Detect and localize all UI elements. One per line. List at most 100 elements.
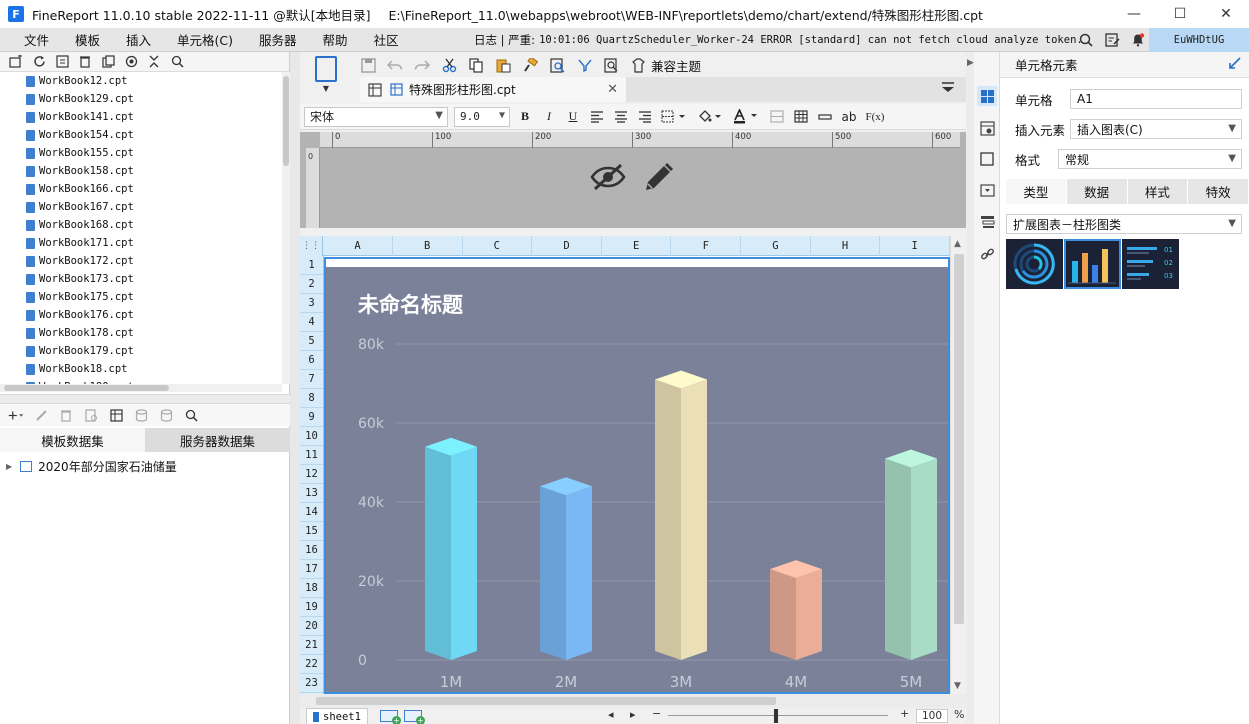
template-file-item[interactable]: WorkBook172.cpt — [0, 252, 282, 270]
row-header-cell[interactable]: 18 — [300, 579, 323, 598]
sheet-v-scrollbar[interactable]: ▲ ▼ — [950, 236, 966, 694]
row-header-cell[interactable]: 3 — [300, 294, 323, 313]
template-file-item[interactable]: WorkBook178.cpt — [0, 324, 282, 342]
row-header-cell[interactable]: 20 — [300, 617, 323, 636]
row-header-cell[interactable]: 21 — [300, 636, 323, 655]
panel-splitter[interactable] — [0, 394, 290, 404]
row-header-cell[interactable]: 7 — [300, 370, 323, 389]
row-header-cell[interactable]: 14 — [300, 503, 323, 522]
row-header-cell[interactable]: 22 — [300, 655, 323, 674]
column-header-cell[interactable]: H — [811, 236, 881, 256]
chart-thumb-ring[interactable] — [1006, 239, 1063, 289]
row-header-cell[interactable]: 16 — [300, 541, 323, 560]
data-filter-icon[interactable] — [574, 55, 594, 75]
chart-thumb-ranking[interactable]: 01 02 03 — [1122, 239, 1179, 289]
column-header-cell[interactable]: E — [602, 236, 672, 256]
select-all-corner-icon[interactable]: ⋮⋮ — [300, 236, 324, 256]
left-panel-collapse-handle[interactable] — [290, 52, 300, 724]
row-header-cell[interactable]: 6 — [300, 351, 323, 370]
formula-button[interactable]: F(x) — [864, 107, 886, 127]
server-database-icon[interactable] — [158, 407, 174, 423]
template-file-item[interactable]: WorkBook168.cpt — [0, 216, 282, 234]
collapse-right-arrow-icon[interactable]: ▶ — [967, 58, 974, 68]
row-header-cell[interactable]: 8 — [300, 389, 323, 408]
table-grid-icon[interactable] — [792, 107, 810, 127]
scroll-up-icon[interactable]: ▲ — [954, 239, 961, 249]
sheet-h-scrollbar[interactable] — [300, 694, 966, 708]
add-poly-sheet-icon[interactable] — [404, 710, 425, 724]
minimize-button[interactable]: — — [1111, 0, 1157, 28]
align-right-icon[interactable] — [636, 107, 654, 127]
row-header-cell[interactable]: 11 — [300, 446, 323, 465]
chart-category-select[interactable]: 扩展图表－柱形图类 ▼ — [1006, 214, 1242, 234]
copy-cell-icon[interactable] — [466, 55, 486, 75]
font-family-select[interactable]: 宋体 ▼ — [304, 106, 448, 127]
redo-icon[interactable] — [412, 55, 432, 75]
row-header-cell[interactable]: 15 — [300, 522, 323, 541]
column-header-cell[interactable]: C — [463, 236, 533, 256]
hyperlink-list-icon[interactable] — [977, 212, 997, 232]
chart-cell-a1[interactable]: 未命名标题 0 20k 40k 60k 80k 1M 2M 3M 4M 5M — [324, 257, 950, 694]
file-list-scroll-thumb[interactable] — [283, 76, 289, 166]
row-header-cell[interactable]: 23 — [300, 674, 323, 693]
row-header-cell[interactable]: 13 — [300, 484, 323, 503]
file-list-h-scrollbar[interactable] — [0, 384, 282, 392]
template-file-item[interactable]: WorkBook175.cpt — [0, 288, 282, 306]
template-file-item[interactable]: WorkBook176.cpt — [0, 306, 282, 324]
tab-type[interactable]: 类型 — [1006, 179, 1067, 204]
tab-effects[interactable]: 特效 — [1188, 179, 1249, 204]
copy-icon[interactable] — [100, 54, 116, 70]
format-painter-icon[interactable] — [520, 55, 540, 75]
scroll-right-icon[interactable]: ▸ — [630, 708, 636, 721]
column-header-cell[interactable]: G — [741, 236, 811, 256]
underline-button[interactable]: U — [564, 107, 582, 127]
close-button[interactable]: ✕ — [1203, 0, 1249, 28]
sheet-v-scroll-thumb[interactable] — [954, 254, 964, 624]
collapse-all-icon[interactable] — [146, 54, 162, 70]
hide-parameter-eye-icon[interactable] — [590, 162, 626, 192]
grid-view-icon[interactable] — [368, 82, 382, 97]
feedback-icon[interactable] — [1103, 31, 1121, 49]
insert-element-select[interactable]: 插入图表(C) ▼ — [1070, 119, 1242, 139]
tab-list-menu-icon[interactable] — [942, 81, 954, 95]
row-header-cell[interactable]: 2 — [300, 275, 323, 294]
template-file-item[interactable]: WorkBook155.cpt — [0, 144, 282, 162]
row-header-cell[interactable]: 10 — [300, 427, 323, 446]
compat-theme-icon[interactable] — [628, 55, 648, 75]
template-file-item[interactable]: WorkBook18.cpt — [0, 360, 282, 378]
file-list-h-scroll-thumb[interactable] — [4, 385, 169, 391]
expand-arrow-icon[interactable]: ▶ — [6, 462, 12, 471]
italic-button[interactable]: I — [540, 107, 558, 127]
row-header-cell[interactable]: 17 — [300, 560, 323, 579]
chart-thumb-3d-bar[interactable] — [1064, 239, 1121, 289]
fill-color-icon[interactable] — [696, 107, 726, 127]
database-icon[interactable] — [133, 407, 149, 423]
add-dataset-icon[interactable] — [8, 407, 24, 423]
template-file-item[interactable]: WorkBook171.cpt — [0, 234, 282, 252]
template-file-item[interactable]: WorkBook154.cpt — [0, 126, 282, 144]
template-file-item[interactable]: WorkBook129.cpt — [0, 90, 282, 108]
cell-attribute-icon[interactable] — [977, 118, 997, 138]
search-template-icon[interactable] — [169, 54, 185, 70]
template-file-item[interactable]: WorkBook166.cpt — [0, 180, 282, 198]
new-folder-icon[interactable] — [8, 54, 24, 70]
format-select[interactable]: 常规 ▼ — [1058, 149, 1242, 169]
column-header-cell[interactable]: B — [393, 236, 463, 256]
merge-cells-icon[interactable] — [768, 107, 786, 127]
template-file-item[interactable]: WorkBook173.cpt — [0, 270, 282, 288]
template-file-item[interactable]: WorkBook141.cpt — [0, 108, 282, 126]
menu-cell[interactable]: 单元格(C) — [164, 30, 246, 49]
file-list-scrollbar[interactable] — [282, 72, 290, 384]
menu-server[interactable]: 服务器 — [246, 30, 310, 49]
row-header-cell[interactable]: 9 — [300, 408, 323, 427]
text-wrap-button[interactable]: ab — [840, 107, 858, 127]
add-report-sheet-icon[interactable] — [380, 710, 401, 724]
compat-theme-label[interactable]: 兼容主题 — [651, 56, 701, 75]
maximize-button[interactable]: ☐ — [1157, 0, 1203, 28]
locate-icon[interactable] — [123, 54, 139, 70]
column-header-cell[interactable]: A — [323, 236, 393, 256]
align-center-icon[interactable] — [612, 107, 630, 127]
scroll-down-icon[interactable]: ▼ — [954, 681, 961, 691]
save-icon[interactable] — [358, 55, 378, 75]
sheet-tab[interactable]: sheet1 — [306, 708, 368, 724]
